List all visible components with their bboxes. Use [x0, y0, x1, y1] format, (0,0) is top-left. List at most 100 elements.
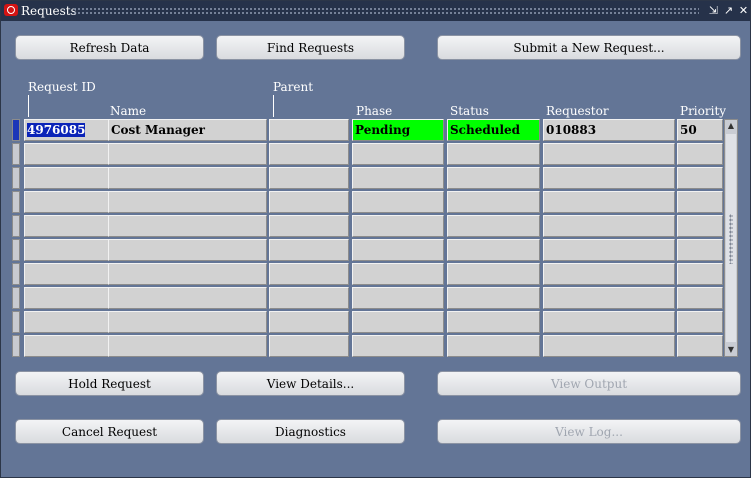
cell-phase[interactable] — [352, 263, 444, 285]
cell-requestor[interactable] — [543, 167, 675, 189]
cell-request-id[interactable] — [24, 335, 116, 357]
maximize-icon[interactable]: ↗ — [722, 4, 735, 17]
cell-request-id[interactable] — [24, 191, 116, 213]
refresh-data-button[interactable]: Refresh Data — [15, 35, 204, 60]
cell-priority[interactable] — [677, 287, 723, 309]
cell-name[interactable] — [108, 215, 267, 237]
oracle-logo-icon — [4, 4, 18, 16]
view-output-button[interactable]: View Output — [437, 371, 741, 396]
cell-requestor[interactable]: 010883 — [543, 119, 675, 141]
close-icon[interactable]: ✕ — [737, 4, 750, 17]
diagnostics-button[interactable]: Diagnostics — [216, 419, 405, 444]
cell-phase[interactable]: Pending — [352, 119, 444, 141]
cell-name[interactable] — [108, 239, 267, 261]
cell-name[interactable] — [108, 335, 267, 357]
cell-phase[interactable] — [352, 191, 444, 213]
selected-text: 4976085 — [27, 123, 86, 137]
cell-phase[interactable] — [352, 167, 444, 189]
cell-phase[interactable] — [352, 311, 444, 333]
cell-status[interactable] — [447, 335, 540, 357]
row-selector[interactable] — [12, 287, 20, 309]
cell-priority[interactable] — [677, 239, 723, 261]
cell-requestor[interactable] — [543, 311, 675, 333]
cell-name[interactable] — [108, 263, 267, 285]
cell-request-id[interactable] — [24, 215, 116, 237]
row-selector[interactable] — [12, 239, 20, 261]
row-selector[interactable] — [12, 311, 20, 333]
row-selector[interactable] — [12, 263, 20, 285]
cell-parent[interactable] — [269, 311, 349, 333]
cell-requestor[interactable] — [543, 239, 675, 261]
view-log-button[interactable]: View Log... — [437, 419, 741, 444]
cell-status[interactable] — [447, 215, 540, 237]
cell-parent[interactable] — [269, 215, 349, 237]
cell-priority[interactable] — [677, 263, 723, 285]
cell-phase[interactable] — [352, 239, 444, 261]
cell-parent[interactable] — [269, 287, 349, 309]
cell-requestor[interactable] — [543, 191, 675, 213]
row-selector[interactable] — [12, 167, 20, 189]
cell-parent[interactable] — [269, 239, 349, 261]
cell-name[interactable] — [108, 143, 267, 165]
cell-request-id[interactable] — [24, 287, 116, 309]
cell-status[interactable] — [447, 287, 540, 309]
row-selector[interactable] — [12, 215, 20, 237]
title-bar[interactable]: Requests ⇲ ↗ ✕ — [1, 1, 750, 21]
cell-name[interactable] — [108, 311, 267, 333]
cell-priority[interactable] — [677, 191, 723, 213]
cell-name[interactable] — [108, 191, 267, 213]
cell-name[interactable] — [108, 167, 267, 189]
submit-new-request-button[interactable]: Submit a New Request... — [437, 35, 741, 60]
cell-status[interactable] — [447, 239, 540, 261]
cancel-request-button[interactable]: Cancel Request — [15, 419, 204, 444]
cell-request-id[interactable] — [24, 239, 116, 261]
cell-priority[interactable] — [677, 215, 723, 237]
row-selector[interactable] — [12, 191, 20, 213]
cell-requestor[interactable] — [543, 143, 675, 165]
cell-parent[interactable] — [269, 167, 349, 189]
cell-name[interactable]: Cost Manager — [108, 119, 267, 141]
cell-status[interactable] — [447, 167, 540, 189]
cell-phase[interactable] — [352, 335, 444, 357]
scroll-thumb[interactable] — [726, 134, 736, 342]
cell-parent[interactable] — [269, 143, 349, 165]
cell-status[interactable]: Scheduled — [447, 119, 540, 141]
row-selector[interactable] — [12, 335, 20, 357]
cell-parent[interactable] — [269, 191, 349, 213]
row-selector[interactable] — [12, 143, 20, 165]
cell-parent[interactable] — [269, 263, 349, 285]
cell-status[interactable] — [447, 191, 540, 213]
scroll-up-icon[interactable]: ▲ — [725, 120, 737, 132]
cell-priority[interactable]: 50 — [677, 119, 723, 141]
cell-request-id[interactable] — [24, 143, 116, 165]
header-divider — [28, 95, 29, 117]
cell-status[interactable] — [447, 143, 540, 165]
view-details-button[interactable]: View Details... — [216, 371, 405, 396]
cell-status[interactable] — [447, 263, 540, 285]
cell-status[interactable] — [447, 311, 540, 333]
find-requests-button[interactable]: Find Requests — [216, 35, 405, 60]
minimize-icon[interactable]: ⇲ — [707, 4, 720, 17]
cell-name[interactable] — [108, 287, 267, 309]
row-selector[interactable] — [12, 119, 20, 141]
cell-parent[interactable] — [269, 119, 349, 141]
cell-requestor[interactable] — [543, 263, 675, 285]
cell-request-id[interactable] — [24, 167, 116, 189]
cell-request-id[interactable] — [24, 311, 116, 333]
hold-request-button[interactable]: Hold Request — [15, 371, 204, 396]
cell-priority[interactable] — [677, 143, 723, 165]
cell-parent[interactable] — [269, 335, 349, 357]
cell-phase[interactable] — [352, 215, 444, 237]
cell-phase[interactable] — [352, 287, 444, 309]
cell-priority[interactable] — [677, 311, 723, 333]
cell-requestor[interactable] — [543, 287, 675, 309]
cell-phase[interactable] — [352, 143, 444, 165]
cell-priority[interactable] — [677, 335, 723, 357]
vertical-scrollbar[interactable]: ▲ ▼ — [724, 119, 738, 357]
scroll-down-icon[interactable]: ▼ — [725, 344, 737, 356]
cell-request-id[interactable] — [24, 263, 116, 285]
cell-requestor[interactable] — [543, 215, 675, 237]
cell-priority[interactable] — [677, 167, 723, 189]
cell-request-id[interactable]: 4976085 — [24, 119, 116, 141]
cell-requestor[interactable] — [543, 335, 675, 357]
